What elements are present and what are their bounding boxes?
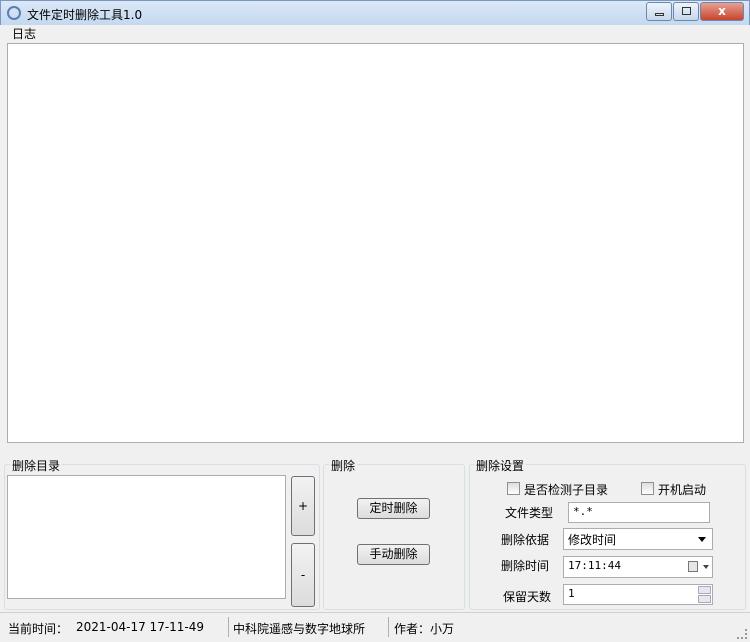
time-label: 删除时间 xyxy=(501,559,550,573)
author-text: 作者：小万 xyxy=(394,622,455,636)
add-dir-button[interactable]: + xyxy=(291,476,315,536)
delete-group xyxy=(323,464,465,610)
close-button[interactable]: x xyxy=(700,2,744,21)
chevron-down-icon xyxy=(698,537,706,546)
delete-label: 删除 xyxy=(329,457,358,474)
check-subdirs-checkbox[interactable] xyxy=(507,482,520,495)
log-textarea[interactable] xyxy=(7,43,744,443)
file-type-input[interactable]: *.* xyxy=(568,502,710,523)
calendar-icon xyxy=(688,561,698,572)
minimize-icon xyxy=(655,13,664,16)
window-title: 文件定时删除工具1.0 xyxy=(27,8,143,22)
organization-text: 中科院遥感与数字地球所 xyxy=(233,622,366,636)
days-spinner[interactable]: 1 xyxy=(563,584,713,605)
basis-select[interactable]: 修改时间 xyxy=(563,528,713,550)
title-bar: 文件定时删除工具1.0 x xyxy=(0,0,750,25)
basis-value: 修改时间 xyxy=(568,533,617,547)
dirs-list[interactable] xyxy=(7,475,286,599)
minimize-button[interactable] xyxy=(646,2,672,21)
log-label: 日志 xyxy=(10,25,39,42)
days-value: 1 xyxy=(568,587,575,600)
time-value: 17:11:44 xyxy=(568,559,621,572)
delete-dirs-label: 删除目录 xyxy=(10,457,63,474)
days-label: 保留天数 xyxy=(503,590,552,604)
resize-grip-icon[interactable] xyxy=(737,629,747,639)
spin-up-icon[interactable] xyxy=(698,586,711,594)
maximize-icon xyxy=(682,7,691,15)
maximize-button[interactable] xyxy=(673,2,699,21)
current-time-label: 当前时间： xyxy=(8,622,69,636)
time-picker[interactable]: 17:11:44 xyxy=(563,556,713,578)
status-bar: 当前时间： 2021-04-17 17-11-49 中科院遥感与数字地球所 作者… xyxy=(0,612,750,642)
autostart-label: 开机启动 xyxy=(658,483,707,497)
spin-down-icon[interactable] xyxy=(698,595,711,603)
remove-dir-button[interactable]: - xyxy=(291,543,315,607)
file-type-label: 文件类型 xyxy=(505,506,554,520)
status-divider xyxy=(388,617,389,637)
status-divider xyxy=(228,617,229,637)
app-icon xyxy=(7,6,21,20)
check-subdirs-label: 是否检测子目录 xyxy=(524,483,609,497)
settings-label: 删除设置 xyxy=(474,457,527,474)
current-time-value: 2021-04-17 17-11-49 xyxy=(76,620,205,634)
basis-label: 删除依据 xyxy=(501,533,550,547)
timed-delete-button[interactable]: 定时删除 xyxy=(357,498,430,519)
autostart-checkbox[interactable] xyxy=(641,482,654,495)
chevron-down-icon xyxy=(703,565,709,572)
manual-delete-button[interactable]: 手动删除 xyxy=(357,544,430,565)
